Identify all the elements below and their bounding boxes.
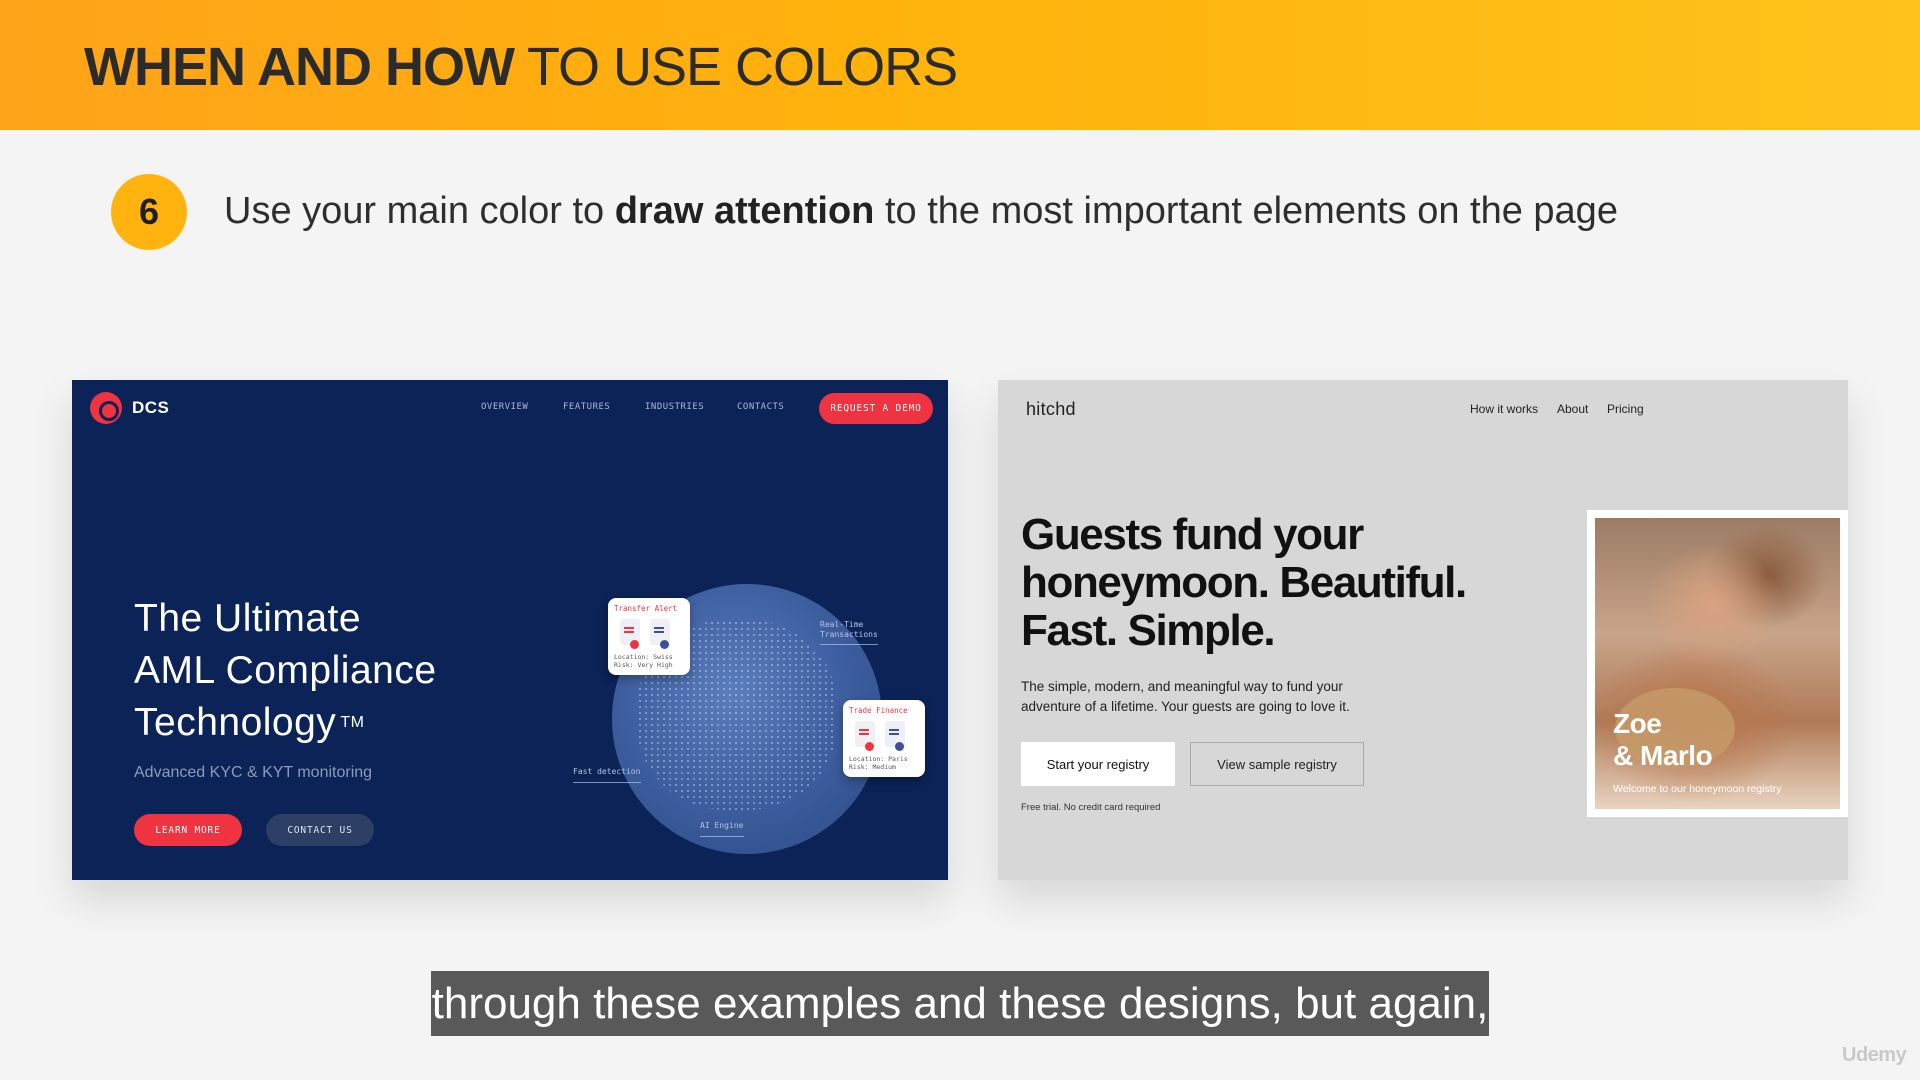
dcs-tag-fast-detection: Fast detection <box>573 767 641 776</box>
tip-text-after: to the most important elements on the pa… <box>874 190 1618 232</box>
hitchd-subtitle: The simple, modern, and meaningful way t… <box>1021 679 1350 714</box>
dcs-subtitle: Advanced KYC & KYT monitoring <box>134 764 373 781</box>
hitchd-nav-pricing[interactable]: Pricing <box>1607 402 1644 416</box>
hitchd-example-screenshot: hitchd How it works About Pricing Guests… <box>998 380 1848 880</box>
dcs-contact-us-button[interactable]: CONTACT US <box>266 814 374 846</box>
dcs-learn-more-button[interactable]: LEARN MORE <box>134 814 242 846</box>
dcs-nav-industries[interactable]: INDUSTRIES <box>645 402 704 412</box>
dcs-logo: DCS <box>90 392 169 424</box>
document-icon <box>885 721 905 751</box>
dcs-headline-line3: Technology <box>134 701 337 744</box>
alert-icons <box>855 721 913 751</box>
dcs-headline-line2: AML Compliance <box>134 649 437 692</box>
photo-welcome-text: Welcome to our honeymoon registry <box>1613 783 1782 795</box>
header-banner: WHEN AND HOW TO USE COLORS <box>0 0 1920 130</box>
photo-couple-name: Zoe & Marlo <box>1613 708 1713 772</box>
dcs-nav-features[interactable]: FEATURES <box>563 402 610 412</box>
hitchd-free-trial-note: Free trial. No credit card required <box>1021 802 1161 813</box>
hitchd-start-registry-button[interactable]: Start your registry <box>1021 742 1175 786</box>
dcs-nav-overview[interactable]: OVERVIEW <box>481 402 528 412</box>
document-icon <box>650 619 670 649</box>
hitchd-couple-photo: Zoe & Marlo Welcome to our honeymoon reg… <box>1587 510 1848 817</box>
dcs-tag-realtime: Real-Time Transactions <box>820 620 878 639</box>
photo-name-line2: & Marlo <box>1613 740 1713 771</box>
lesson-title-rest: TO USE COLORS <box>513 37 958 97</box>
dcs-request-demo-button[interactable]: REQUEST A DEMO <box>819 393 933 424</box>
dcs-trademark: TM <box>340 714 365 731</box>
tip-text-before: Use your main color to <box>224 190 615 232</box>
dcs-alert-card-transfer: Transfer Alert Location: Swiss Risk: Ver… <box>608 598 690 675</box>
dcs-logo-text: DCS <box>132 398 170 417</box>
dcs-tag-realtime-line <box>820 644 878 645</box>
hitchd-view-sample-button[interactable]: View sample registry <box>1190 742 1364 786</box>
hitchd-nav-about[interactable]: About <box>1557 402 1588 416</box>
lesson-title-strong: WHEN AND HOW <box>84 37 515 97</box>
dcs-example-screenshot: DCS OVERVIEW FEATURES INDUSTRIES CONTACT… <box>72 380 948 880</box>
document-icon <box>620 619 640 649</box>
video-caption: through these examples and these designs… <box>431 971 1489 1036</box>
couple-photo-image: Zoe & Marlo Welcome to our honeymoon reg… <box>1595 518 1840 809</box>
tip-text: Use your main color to draw attention to… <box>224 190 1618 233</box>
alert-meta: Location: Paris Risk: Medium <box>849 755 908 771</box>
dcs-headline: The Ultimate AML Compliance Technology TM <box>134 593 554 749</box>
hitchd-logo: hitchd <box>1026 399 1076 419</box>
photo-name-line1: Zoe <box>1613 708 1662 739</box>
tip-number-badge: 6 <box>111 174 187 250</box>
alert-title: Trade Finance <box>849 706 908 715</box>
lesson-title: WHEN AND HOW TO USE COLORS <box>84 36 958 98</box>
dcs-tag-fast-line <box>573 782 641 783</box>
dcs-headline-line1: The Ultimate <box>134 597 362 640</box>
udemy-watermark: Udemy <box>1842 1044 1907 1066</box>
hitchd-nav-how-it-works[interactable]: How it works <box>1470 402 1538 416</box>
dcs-alert-card-trade: Trade Finance Location: Paris Risk: Medi… <box>843 700 925 777</box>
hitchd-headline: Guests fund your honeymoon. Beautiful. F… <box>1021 510 1467 655</box>
tip-text-bold: draw attention <box>614 190 875 232</box>
dcs-tag-ai-engine: AI Engine <box>700 821 744 830</box>
dcs-tag-ai-line <box>700 836 744 837</box>
alert-icons <box>620 619 678 649</box>
alert-meta: Location: Swiss Risk: Very High <box>614 653 673 669</box>
document-icon <box>855 721 875 751</box>
dcs-nav-contacts[interactable]: CONTACTS <box>737 402 784 412</box>
alert-title: Transfer Alert <box>614 604 678 613</box>
dcs-logo-icon <box>90 392 122 424</box>
